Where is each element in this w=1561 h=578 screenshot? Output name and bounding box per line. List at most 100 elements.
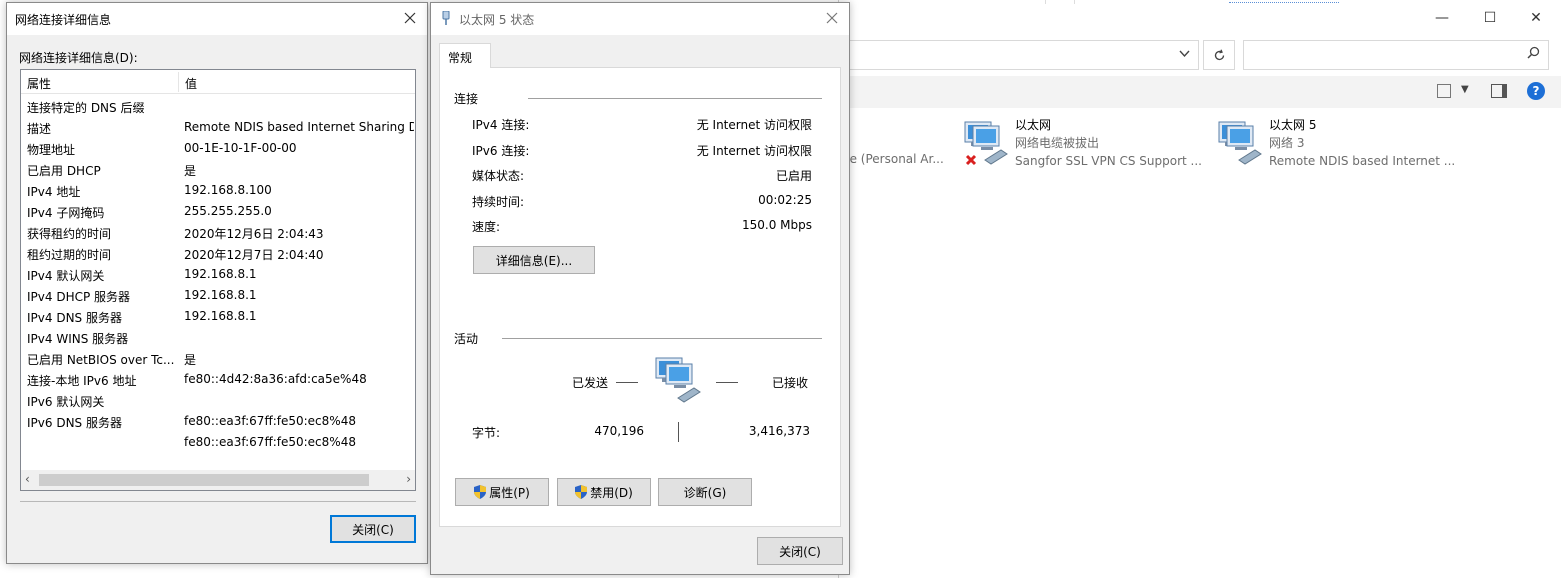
title-bar: 网络连接详细信息 — [7, 3, 427, 35]
list-item[interactable]: 连接-本地 IPv6 地址 fe80::4d42:8a36:afd:ca5e%48 — [21, 369, 415, 390]
connection-group-title: 连接 — [454, 92, 479, 106]
property-name: 连接-本地 IPv6 地址 — [27, 374, 137, 388]
chevron-down-icon[interactable] — [1179, 47, 1190, 61]
dialog-title: 网络连接详细信息 — [15, 13, 112, 27]
property-value: 192.168.8.1 — [184, 267, 257, 281]
network-item-ethernet-5[interactable]: 以太网 5 网络 3 Remote NDIS based Internet ..… — [1215, 116, 1455, 176]
connection-key: 速度: — [472, 220, 501, 234]
bytes-divider — [678, 422, 679, 442]
details-button[interactable]: 详细信息(E)... — [473, 246, 595, 274]
list-item[interactable]: IPv6 默认网关 — [21, 390, 415, 411]
list-item[interactable]: 租约过期的时间 2020年12月7日 2:04:40 — [21, 243, 415, 264]
maximize-button[interactable]: ☐ — [1467, 6, 1513, 30]
network-connection-details-dialog: 网络连接详细信息 网络连接详细信息(D): 属性 值 连接特定的 DNS 后缀描… — [6, 2, 428, 564]
tab-panel: 连接 IPv4 连接: 无 Internet 访问权限 IPv6 连接: 无 Inte… — [439, 67, 841, 527]
received-dash — [716, 382, 738, 383]
connection-value: 00:02:25 — [758, 192, 812, 207]
tab-general[interactable]: 常规 — [439, 43, 491, 68]
list-item[interactable]: 连接特定的 DNS 后缀 — [21, 96, 415, 117]
column-separator[interactable] — [178, 72, 179, 92]
diagnose-button[interactable]: 诊断(G) — [658, 478, 752, 506]
bytes-received-value: 3,416,373 — [748, 424, 810, 438]
disable-button[interactable]: 禁用(D) — [557, 478, 651, 506]
connection-row: IPv4 连接: 无 Internet 访问权限 — [472, 114, 812, 134]
close-button[interactable]: 关闭(C) — [757, 537, 843, 565]
property-name: IPv4 地址 — [27, 185, 81, 199]
chevron-down-icon[interactable]: ▼ — [1461, 84, 1469, 95]
list-item[interactable]: IPv4 地址 192.168.8.100 — [21, 180, 415, 201]
property-value: 2020年12月6日 2:04:43 — [184, 227, 324, 241]
property-name: IPv4 默认网关 — [27, 269, 105, 283]
command-bar: ▼ ? — [839, 76, 1561, 108]
divider — [1074, 0, 1075, 4]
connection-value: 无 Internet 访问权限 — [696, 118, 812, 132]
scrollbar-thumb[interactable] — [39, 474, 369, 486]
connection-row: 持续时间: 00:02:25 — [472, 191, 812, 211]
list-item[interactable]: fe80::ea3f:67ff:fe50:ec8%48 — [21, 432, 415, 453]
list-item[interactable]: 描述 Remote NDIS based Internet Sharing D — [21, 117, 415, 138]
close-icon[interactable] — [399, 7, 421, 29]
list-item[interactable]: IPv4 子网掩码 255.255.255.0 — [21, 201, 415, 222]
bytes-label: 字节: — [472, 426, 501, 440]
property-name: 获得租约的时间 — [27, 227, 112, 241]
connection-row: 速度: 150.0 Mbps — [472, 216, 812, 236]
network-item-status: 网络电缆被拔出 — [1015, 136, 1100, 150]
list-item[interactable]: IPv4 默认网关 192.168.8.1 — [21, 264, 415, 285]
list-item[interactable]: 获得租约的时间 2020年12月6日 2:04:43 — [21, 222, 415, 243]
connection-key: IPv6 连接: — [472, 143, 530, 158]
connection-value: 150.0 Mbps — [741, 218, 812, 232]
list-item[interactable]: 已启用 NetBIOS over Tc... 是 — [21, 348, 415, 369]
search-input[interactable] — [1243, 40, 1549, 70]
scroll-left-icon[interactable]: ‹ — [25, 472, 30, 486]
details-caption: 网络连接详细信息(D): — [19, 51, 138, 65]
connection-key: 媒体状态: — [472, 169, 525, 183]
uac-shield-icon — [575, 485, 588, 499]
divider — [20, 501, 416, 502]
network-computers-icon — [655, 357, 701, 403]
properties-button[interactable]: 属性(P) — [455, 478, 549, 506]
divider — [1045, 0, 1046, 4]
column-header-value[interactable]: 值 — [185, 75, 197, 92]
change-view-icon[interactable] — [1437, 84, 1451, 98]
network-item-adapter: Sangfor SSL VPN CS Support ... — [1015, 154, 1202, 168]
list-item[interactable]: IPv4 DNS 服务器 192.168.8.1 — [21, 306, 415, 327]
refresh-icon — [1214, 49, 1224, 60]
minimize-button[interactable]: — — [1419, 6, 1465, 30]
network-item-ethernet[interactable]: 以太网 网络电缆被拔出 Sangfor SSL VPN CS Support .… — [961, 116, 1202, 176]
preview-pane-icon[interactable] — [1491, 84, 1507, 98]
address-bar[interactable] — [839, 40, 1199, 70]
group-divider — [528, 98, 822, 99]
close-icon[interactable] — [821, 7, 843, 29]
help-icon[interactable]: ? — [1527, 82, 1545, 100]
tab-label: 常规 — [448, 51, 473, 65]
horizontal-scrollbar[interactable]: ‹ › — [21, 470, 415, 490]
property-value: 是 — [184, 164, 197, 178]
property-name: IPv4 子网掩码 — [27, 206, 105, 220]
property-value: 192.168.8.1 — [184, 288, 257, 302]
uac-shield-icon — [474, 485, 487, 499]
property-name: IPv6 默认网关 — [27, 395, 105, 409]
close-button[interactable]: ✕ — [1513, 6, 1559, 30]
list-item[interactable]: IPv6 DNS 服务器 fe80::ea3f:67ff:fe50:ec8%48 — [21, 411, 415, 432]
network-item-name: 以太网 — [1015, 118, 1052, 132]
list-item[interactable]: IPv4 WINS 服务器 — [21, 327, 415, 348]
list-item[interactable]: 物理地址 00-1E-10-1F-00-00 — [21, 138, 415, 159]
network-item-name: 以太网 5 — [1269, 118, 1317, 132]
close-button[interactable]: 关闭(C) — [330, 515, 416, 543]
divider — [1229, 0, 1339, 3]
property-value: 192.168.8.100 — [184, 183, 272, 197]
column-header-property[interactable]: 属性 — [27, 75, 51, 92]
properties-label: 属性(P) — [489, 485, 530, 500]
bytes-sent-value: 470,196 — [594, 424, 644, 438]
group-divider — [502, 338, 822, 339]
connection-key: 持续时间: — [472, 194, 525, 209]
network-item-adapter: Remote NDIS based Internet ... — [1269, 154, 1456, 168]
network-adapter-icon — [964, 121, 1008, 166]
scroll-right-icon[interactable]: › — [406, 472, 411, 486]
list-item[interactable]: IPv4 DHCP 服务器 192.168.8.1 — [21, 285, 415, 306]
list-item[interactable]: 已启用 DHCP 是 — [21, 159, 415, 180]
property-name: 连接特定的 DNS 后缀 — [27, 101, 145, 115]
sent-dash — [616, 382, 638, 383]
refresh-button[interactable] — [1203, 40, 1235, 70]
details-list[interactable]: 属性 值 连接特定的 DNS 后缀描述 Remote NDIS based Int… — [20, 69, 416, 491]
